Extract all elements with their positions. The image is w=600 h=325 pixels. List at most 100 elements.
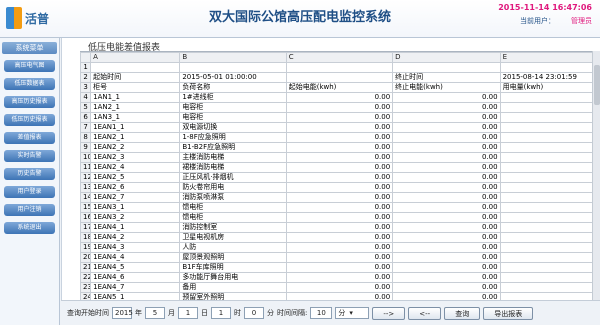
table-cell[interactable]: 0.00 (285, 182, 394, 193)
table-cell[interactable]: 0.00 (392, 222, 501, 233)
table-cell[interactable]: 用电量(kwh) (499, 82, 600, 93)
scrollbar-thumb[interactable] (594, 65, 600, 105)
table-cell[interactable]: 1AN1_1 (90, 92, 181, 103)
interval-input[interactable]: 10 (310, 307, 333, 319)
table-cell[interactable]: 0.00 (285, 102, 394, 113)
column-header[interactable]: D (392, 52, 501, 63)
table-cell[interactable]: 0.00 (392, 232, 501, 243)
sidebar-item-hv-diagram[interactable]: 高压电气图 (4, 60, 55, 72)
table-cell[interactable]: 裙楼消防电梯 (179, 162, 287, 173)
table-cell[interactable]: 0.00 (392, 132, 501, 143)
table-cell[interactable]: 终止电能(kwh) (392, 82, 501, 93)
table-cell[interactable] (499, 232, 600, 243)
table-cell[interactable] (499, 222, 600, 233)
table-cell[interactable]: 0.00 (392, 172, 501, 183)
table-cell[interactable]: 0.00 (285, 252, 394, 263)
table-cell[interactable]: 0.00 (392, 192, 501, 203)
table-cell[interactable]: 0.00 (285, 272, 394, 283)
interval-unit-select[interactable]: 分 ▾ (335, 307, 370, 319)
table-cell[interactable]: 柜号 (90, 82, 181, 93)
table-cell[interactable]: 0.00 (392, 282, 501, 293)
table-cell[interactable]: 屋顶景观照明 (179, 252, 287, 263)
table-cell[interactable]: 0.00 (392, 102, 501, 113)
table-cell[interactable] (499, 242, 600, 253)
table-cell[interactable] (499, 272, 600, 283)
table-cell[interactable]: 1EAN2_3 (90, 152, 181, 163)
table-cell[interactable] (499, 62, 600, 73)
table-cell[interactable]: 0.00 (392, 142, 501, 153)
table-cell[interactable]: 备用 (179, 282, 287, 293)
table-cell[interactable]: 0.00 (392, 92, 501, 103)
table-cell[interactable]: 0.00 (285, 262, 394, 273)
table-cell[interactable]: 双电源切换 (179, 122, 287, 133)
sidebar-item-lv-history[interactable]: 低压历史报表 (4, 114, 55, 126)
table-cell[interactable]: 1EAN4_4 (90, 252, 181, 263)
table-cell[interactable]: 0.00 (392, 162, 501, 173)
sidebar-item-diff-report[interactable]: 差值报表 (4, 132, 55, 144)
sidebar-item-exit[interactable]: 系统退出 (4, 222, 55, 234)
table-cell[interactable] (499, 112, 600, 123)
table-cell[interactable]: 0.00 (392, 202, 501, 213)
table-cell[interactable]: 2015-08-14 23:01:59 (499, 72, 600, 83)
table-cell[interactable] (499, 122, 600, 133)
table-cell[interactable]: 防火卷帘用电 (179, 182, 287, 193)
column-header[interactable]: E (499, 52, 600, 63)
sidebar-item-lv-data[interactable]: 低压数据表 (4, 78, 55, 90)
table-cell[interactable]: 1EAN2_2 (90, 142, 181, 153)
table-cell[interactable]: 1EAN1_1 (90, 122, 181, 133)
table-cell[interactable]: 0.00 (285, 282, 394, 293)
sidebar-item-realtime-alarm[interactable]: 实时告警 (4, 150, 55, 162)
table-cell[interactable]: 0.00 (285, 142, 394, 153)
table-cell[interactable] (499, 202, 600, 213)
table-cell[interactable]: 0.00 (392, 152, 501, 163)
report-grid[interactable]: A B C D E 1 2 起始时间 2015-05-01 01:00:00 终… (80, 51, 600, 305)
table-cell[interactable]: 1EAN2_6 (90, 182, 181, 193)
column-header[interactable]: A (90, 52, 181, 63)
table-cell[interactable]: 1AN3_1 (90, 112, 181, 123)
export-button[interactable]: 导出报表 (483, 306, 534, 320)
sidebar-item-login[interactable]: 用户登录 (4, 186, 55, 198)
table-cell[interactable]: 0.00 (285, 222, 394, 233)
table-cell[interactable] (499, 102, 600, 113)
table-cell[interactable]: 1EAN2_4 (90, 162, 181, 173)
start-year-input[interactable]: 2015 (112, 307, 133, 319)
table-cell[interactable]: 馈电柜 (179, 212, 287, 223)
table-cell[interactable]: 0.00 (392, 242, 501, 253)
table-cell[interactable] (499, 192, 600, 203)
table-cell[interactable]: 正压风机·排烟机 (179, 172, 287, 183)
table-cell[interactable]: 起始时间 (90, 72, 181, 83)
table-cell[interactable] (499, 282, 600, 293)
table-cell[interactable]: 消防控制室 (179, 222, 287, 233)
table-cell[interactable] (499, 132, 600, 143)
table-cell[interactable]: 0.00 (285, 192, 394, 203)
table-cell[interactable]: 0.00 (285, 172, 394, 183)
table-cell[interactable]: 负荷名称 (179, 82, 287, 93)
start-hour-input[interactable]: 1 (211, 307, 231, 319)
table-cell[interactable]: 1EAN4_6 (90, 272, 181, 283)
table-cell[interactable]: 多功能厅舞台用电 (179, 272, 287, 283)
table-cell[interactable]: 电容柜 (179, 102, 287, 113)
table-cell[interactable]: 0.00 (392, 272, 501, 283)
table-cell[interactable] (499, 152, 600, 163)
table-cell[interactable]: 0.00 (285, 202, 394, 213)
table-cell[interactable]: B1-B2F应急照明 (179, 142, 287, 153)
table-cell[interactable] (179, 62, 287, 73)
table-cell[interactable]: 终止时间 (392, 72, 501, 83)
table-cell[interactable]: 1#进线柜 (179, 92, 287, 103)
table-cell[interactable]: B1F车库照明 (179, 262, 287, 273)
table-cell[interactable] (499, 92, 600, 103)
table-cell[interactable] (90, 62, 181, 73)
table-cell[interactable] (285, 72, 394, 83)
table-cell[interactable]: 0.00 (285, 112, 394, 123)
table-cell[interactable]: 1-8F应急照明 (179, 132, 287, 143)
table-cell[interactable]: 0.00 (392, 122, 501, 133)
column-header[interactable]: C (285, 52, 394, 63)
table-cell[interactable] (499, 252, 600, 263)
table-cell[interactable]: 0.00 (392, 212, 501, 223)
table-cell[interactable] (392, 62, 501, 73)
table-cell[interactable]: 0.00 (285, 242, 394, 253)
table-cell[interactable]: 1EAN4_2 (90, 232, 181, 243)
table-cell[interactable] (499, 262, 600, 273)
start-month-input[interactable]: 5 (145, 307, 165, 319)
table-cell[interactable] (285, 62, 394, 73)
